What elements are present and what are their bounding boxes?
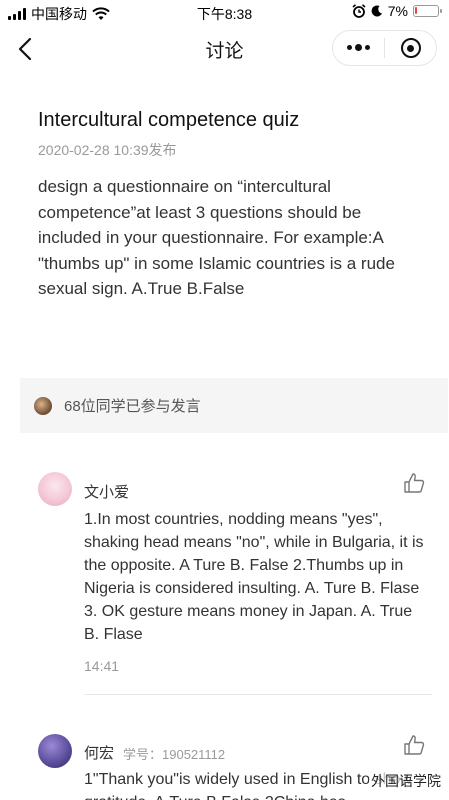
mini-program-capsule — [332, 30, 437, 66]
thumbs-up-icon — [404, 473, 425, 493]
battery-icon — [413, 5, 442, 17]
participant-avatar — [34, 396, 52, 415]
more-button[interactable] — [333, 31, 384, 65]
comment-item: 文小爱 1.In most countries, nodding means "… — [38, 472, 433, 702]
comment-time: 14:41 — [84, 658, 120, 674]
comment-author: 何宏 — [84, 745, 115, 762]
more-icon — [347, 44, 370, 51]
close-program-button[interactable] — [385, 31, 436, 65]
thumbs-up-icon — [404, 735, 425, 755]
student-id: 学号：190521112 — [123, 747, 226, 762]
avatar[interactable] — [38, 734, 72, 768]
back-button[interactable] — [14, 36, 38, 62]
post-body: design a questionnaire on “intercultural… — [38, 177, 395, 298]
like-button[interactable] — [403, 734, 425, 756]
post: Intercultural competence quiz 2020-02-28… — [38, 106, 428, 302]
chevron-left-icon — [18, 37, 32, 61]
like-button[interactable] — [403, 472, 425, 494]
nav-bar: 讨论 — [0, 24, 449, 74]
avatar[interactable] — [38, 472, 72, 506]
status-right: 7% — [352, 3, 442, 19]
participants-count: 68位同学已参与发言 — [64, 398, 201, 415]
watermark: 外国语学院 — [369, 770, 443, 792]
target-icon — [400, 38, 421, 58]
post-title: Intercultural competence quiz — [38, 109, 300, 131]
moon-icon — [371, 5, 382, 17]
alarm-icon — [352, 4, 366, 18]
post-date: 2020-02-28 10:39发布 — [38, 142, 177, 158]
comment-text: 1.In most countries, nodding means "yes"… — [84, 511, 424, 643]
divider — [84, 694, 432, 695]
participants-bar[interactable]: 68位同学已参与发言 — [20, 378, 448, 433]
comment-author: 文小爱 — [84, 484, 130, 501]
battery-percent: 7% — [387, 3, 408, 19]
status-bar: 中国移动 下午8:38 7% — [0, 0, 449, 24]
